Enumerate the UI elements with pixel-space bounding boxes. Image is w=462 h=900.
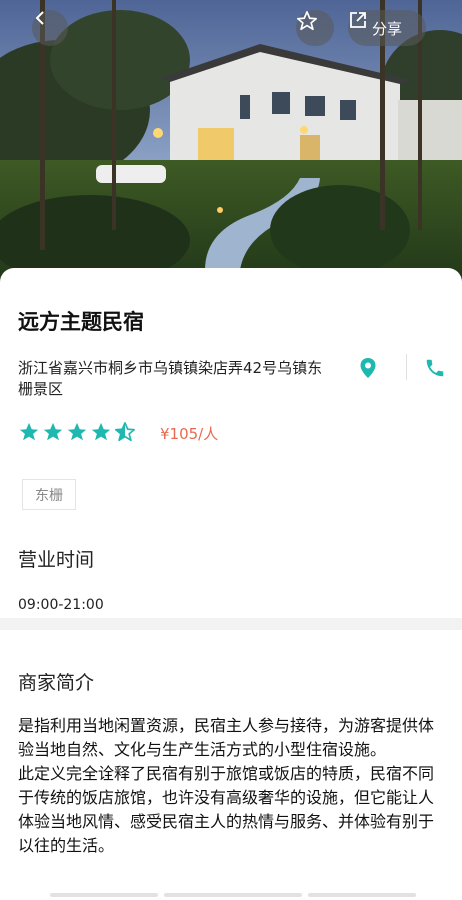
star-filled-icon (19, 422, 39, 441)
star-outline-icon (297, 11, 317, 31)
share-label: 分享 (371, 19, 402, 38)
hours-heading: 营业时间 (18, 549, 95, 571)
favorite-button[interactable] (296, 10, 334, 46)
indicator-bar (308, 893, 416, 897)
location-pin-icon[interactable] (356, 356, 380, 380)
star-half-icon (115, 422, 135, 442)
star-filled-icon (43, 422, 63, 441)
price-per-person: ¥105/人 (160, 425, 219, 443)
shop-address[interactable]: 浙江省嘉兴市桐乡市乌镇镇染店弄42号乌镇东栅景区 (18, 358, 336, 400)
back-button[interactable] (32, 10, 68, 46)
section-divider (0, 618, 462, 630)
indicator-bar (164, 893, 302, 897)
star-filled-icon (67, 422, 87, 441)
intro-paragraph: 此定义完全诠释了民宿有别于旅馆或饭店的特质，民宿不同于传统的饭店旅馆，也许没有高… (18, 764, 435, 855)
intro-paragraph: 是指利用当地闲置资源，民宿主人参与接待，为游客提供体验当地自然、文化与生产生活方… (18, 716, 435, 759)
rating-stars (18, 421, 136, 443)
indicator-bar (50, 893, 158, 897)
area-tag[interactable]: 东栅 (22, 479, 76, 510)
star-filled-icon (91, 422, 111, 441)
chevron-left-icon (35, 11, 44, 25)
phone-icon[interactable] (424, 357, 446, 379)
share-icon (350, 12, 366, 28)
shop-info-card: 远方主题民宿 浙江省嘉兴市桐乡市乌镇镇染店弄42号乌镇东栅景区 ¥105/人 东… (0, 268, 462, 620)
intro-text: 是指利用当地闲置资源，民宿主人参与接待，为游客提供体验当地自然、文化与生产生活方… (18, 714, 446, 858)
hours-value: 09:00-21:00 (18, 597, 104, 613)
shop-name: 远方主题民宿 (18, 310, 144, 334)
bottom-tab-indicator (50, 893, 416, 897)
intro-heading: 商家简介 (18, 672, 95, 694)
share-button[interactable]: 分享 (348, 10, 426, 46)
hero-photo: 分享 (0, 0, 462, 300)
icon-divider (406, 354, 407, 380)
